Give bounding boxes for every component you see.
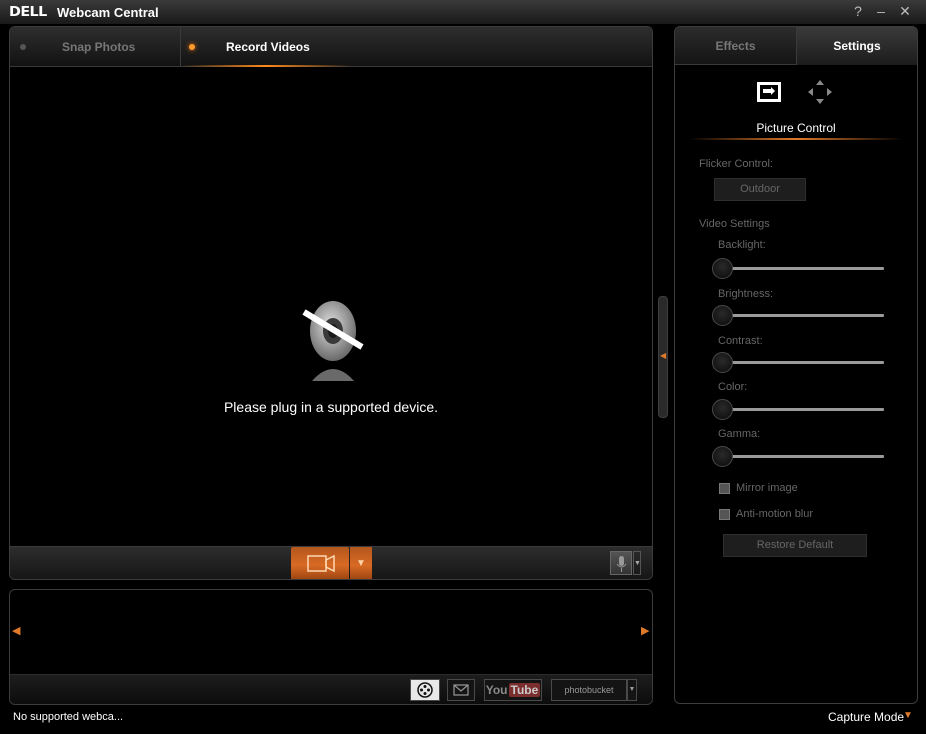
flicker-control-label: Flicker Control: [699,158,773,170]
color-label: Color: [718,381,748,393]
media-gallery: ◀ ▶ You Tube photobucket ▼ [9,589,653,705]
youtube-logo-tube: Tube [508,683,541,697]
video-camera-icon [307,554,335,573]
no-device-message: Please plug in a supported device. [223,399,439,415]
collapse-arrow-icon: ◀ [660,351,667,360]
restore-default-button[interactable]: Restore Default [723,534,867,557]
help-button[interactable]: ? [850,3,866,19]
tab-snap-photos[interactable]: Snap Photos [10,27,180,67]
color-slider-knob[interactable] [712,399,733,420]
mirror-image-label: Mirror image [736,482,798,494]
microphone-icon [616,556,627,572]
gamma-label: Gamma: [718,428,761,440]
youtube-logo-you: You [485,683,508,697]
contrast-slider-track[interactable] [723,361,884,364]
capture-mode-arrow-icon[interactable]: ▼ [903,710,913,721]
mirror-image-checkbox[interactable] [719,483,730,494]
minimize-button[interactable]: – [873,3,889,19]
anti-motion-blur-label: Anti-motion blur [736,508,814,520]
no-webcam-icon [302,301,364,381]
email-button[interactable] [447,679,475,701]
pan-tilt-icon[interactable] [807,79,833,105]
gallery-prev-button[interactable]: ◀ [12,624,20,637]
record-options-dropdown[interactable]: ▼ [350,547,372,579]
gallery-next-button[interactable]: ▶ [641,624,649,637]
flicker-control-select[interactable]: Outdoor [714,178,806,201]
close-button[interactable]: ✕ [897,3,913,19]
tab-indicator-dot [189,44,195,50]
microphone-button[interactable] [610,551,632,575]
section-underline [689,138,903,140]
dell-logo: DELL [9,5,47,20]
brightness-label: Brightness: [718,288,774,300]
youtube-upload-button[interactable]: You Tube [484,679,542,701]
anti-motion-blur-checkbox[interactable] [719,509,730,520]
title-bar: DELL Webcam Central ? – ✕ [0,0,926,24]
settings-panel: Effects Settings Picture Control Flicker… [674,26,918,704]
backlight-slider-knob[interactable] [712,258,733,279]
tab-effects[interactable]: Effects [675,27,796,65]
tab-label: Snap Photos [62,40,136,54]
tab-label: Record Videos [226,40,310,54]
status-message: No supported webca... [13,711,124,723]
brightness-slider-track[interactable] [723,314,884,317]
share-more-dropdown[interactable]: ▼ [627,679,637,701]
video-preview: Please plug in a supported device. [10,67,652,547]
movie-maker-button[interactable] [410,679,440,701]
record-button[interactable] [291,547,349,579]
gamma-slider-track[interactable] [723,455,884,458]
tab-record-videos[interactable]: Record Videos [180,27,351,67]
brightness-slider-knob[interactable] [712,305,733,326]
photobucket-logo: photobucket [564,685,614,695]
capture-panel: Snap Photos Record Videos Please plug in… [9,26,653,580]
gamma-slider-knob[interactable] [712,446,733,467]
contrast-label: Contrast: [718,335,763,347]
tab-settings[interactable]: Settings [796,27,917,65]
capture-tabs: Snap Photos Record Videos [10,27,652,67]
panel-collapse-handle[interactable]: ◀ [658,296,668,418]
video-settings-label: Video Settings [699,218,770,230]
envelope-icon [453,684,469,696]
share-toolbar: You Tube photobucket ▼ [10,674,652,704]
contrast-slider-knob[interactable] [712,352,733,373]
photobucket-upload-button[interactable]: photobucket [551,679,627,701]
color-slider-track[interactable] [723,408,884,411]
backlight-label: Backlight: [718,239,766,251]
microphone-dropdown[interactable]: ▼ [633,551,641,575]
capture-controls: ▼ ▼ [10,546,652,579]
backlight-slider-track[interactable] [723,267,884,270]
picture-control-icon[interactable] [756,81,782,103]
capture-mode-button[interactable]: Capture Mode [828,710,904,724]
picture-control-title: Picture Control [756,121,836,135]
film-reel-icon [417,682,433,698]
window-title: Webcam Central [57,5,159,20]
tab-indicator-dot [20,44,26,50]
